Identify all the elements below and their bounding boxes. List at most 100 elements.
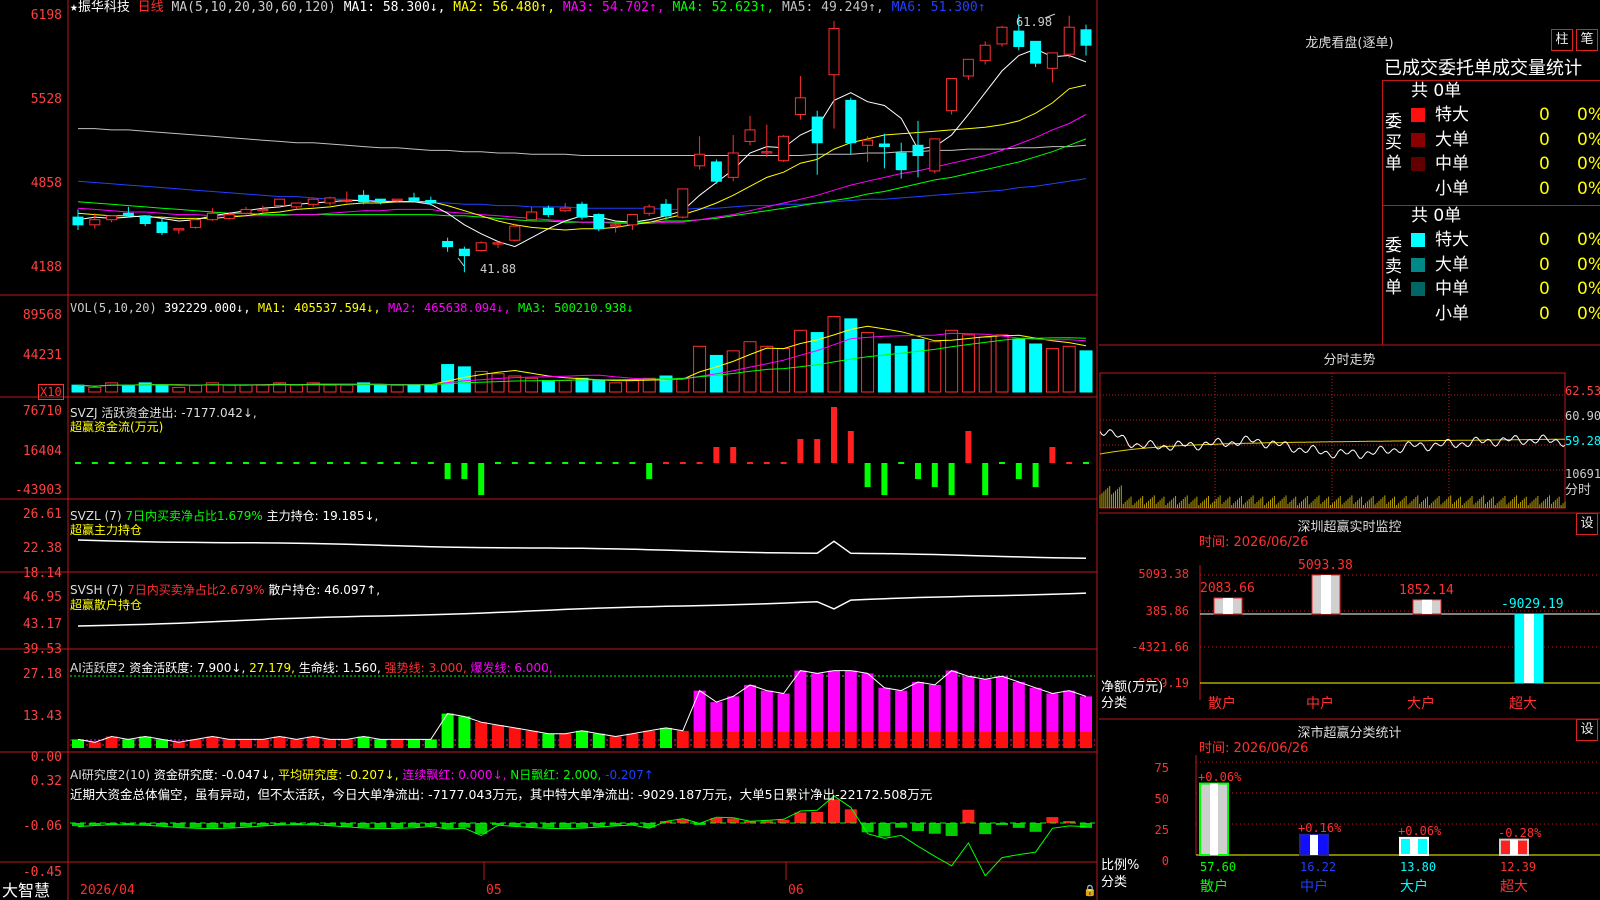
candle	[458, 248, 470, 257]
activity-bar	[273, 736, 286, 748]
period-label[interactable]: 日线	[138, 0, 164, 15]
volume-bar	[155, 384, 169, 393]
volume-bar	[256, 384, 270, 393]
volume-bar	[340, 384, 354, 393]
volume-bar	[861, 332, 875, 393]
bar-mode-button[interactable]: 柱	[1551, 29, 1573, 51]
ai-active-label: AI活跃度2	[70, 661, 126, 675]
research-bar	[1012, 823, 1025, 828]
candle	[946, 78, 958, 112]
main-chart-area[interactable]: ★振华科技 日线 MA(5,10,20,30,60,120) MA1: 58.3…	[0, 0, 1098, 900]
monitor-axis-2: 385.86	[1145, 604, 1189, 618]
buy-color-swatch	[1411, 157, 1425, 171]
sell-row-name: 中单	[1435, 279, 1469, 299]
classify-category: 超大	[1500, 879, 1528, 895]
classify-axis-4: 0	[1161, 854, 1169, 868]
money-flow-bar	[478, 463, 485, 495]
volume-bar	[441, 364, 455, 393]
activity-bar	[72, 739, 84, 748]
sell-side-label: 委卖单	[1385, 236, 1402, 298]
activity-bar	[676, 730, 689, 748]
sell-row-pct: 0%	[1577, 254, 1600, 275]
money-flow-bar	[763, 462, 770, 464]
buy-row-count: 0	[1539, 105, 1550, 125]
svzj-axis-1: 76710	[22, 404, 62, 419]
favorite-star-icon[interactable]: ★	[70, 0, 78, 15]
activity-bar	[861, 673, 874, 732]
money-flow-bar	[713, 447, 720, 463]
ma2-value: MA2: 56.480↑,	[453, 0, 556, 15]
ai-research-v4: N日飘红: 2.000,	[510, 768, 602, 782]
candle	[694, 153, 706, 167]
classify-settings-button[interactable]: 设	[1576, 719, 1598, 741]
ma6-value: MA6: 51.300↑	[891, 0, 986, 15]
volume-bar	[457, 366, 471, 393]
kline-chart[interactable]	[0, 0, 1098, 900]
classify-value-label: 12.39	[1500, 860, 1537, 874]
lock-icon[interactable]: 🔒	[1083, 884, 1097, 898]
intraday-axis-3: 59.28	[1565, 434, 1600, 448]
activity-bar	[760, 732, 773, 748]
activity-bar	[962, 676, 975, 732]
volume-bar	[491, 373, 505, 393]
activity-bar	[1080, 696, 1092, 732]
research-line	[77, 795, 1087, 877]
volume-bar	[407, 384, 421, 393]
activity-bar	[660, 727, 672, 748]
money-flow-bar	[562, 462, 569, 464]
candle	[962, 58, 974, 77]
research-bar	[592, 823, 605, 827]
money-flow-bar	[209, 462, 216, 464]
ma4-value: MA4: 52.623↑,	[672, 0, 775, 15]
activity-bar	[895, 690, 908, 732]
monitor-category: 中户	[1306, 696, 1334, 712]
money-flow-bar	[646, 463, 653, 479]
volume-bar	[121, 384, 135, 393]
candle	[257, 208, 269, 212]
price-axis-1: 6198	[30, 8, 62, 23]
activity-bar	[710, 732, 723, 748]
research-bar	[945, 823, 958, 836]
vol-ma2: MA2: 465638.094↓,	[387, 301, 511, 315]
ai-research-v5: -0.207↑	[605, 768, 654, 782]
monitor-settings-button[interactable]: 设	[1576, 513, 1598, 535]
money-flow-bar	[915, 463, 921, 479]
activity-bar	[1012, 682, 1025, 732]
candle	[794, 97, 806, 115]
month-label-05: 05	[486, 883, 502, 898]
volume-bar	[323, 384, 337, 393]
activity-bar	[996, 732, 1008, 748]
vol-unit-badge[interactable]: X10	[38, 384, 64, 400]
sell-row-name: 大单	[1435, 254, 1469, 275]
activity-bar	[912, 732, 924, 748]
money-flow-bar	[108, 462, 115, 464]
divider	[1382, 80, 1383, 345]
research-bar	[475, 823, 488, 834]
intraday-panel[interactable]: 分时走势 62.53 60.90 59.28 10691 分时	[1099, 345, 1600, 513]
sell-row-count: 0	[1539, 230, 1550, 250]
svzl-axis-1: 26.61	[22, 507, 62, 522]
ai-active-v2: 27.179,	[249, 661, 295, 675]
research-bar	[811, 811, 824, 823]
research-bar	[458, 823, 471, 828]
candle	[811, 116, 823, 144]
volume-bar	[609, 382, 623, 393]
money-flow-bar	[612, 462, 619, 464]
tick-mode-button[interactable]: 笔	[1576, 29, 1598, 51]
ai-research-axis-2: -0.06	[22, 819, 62, 834]
candle	[425, 199, 437, 204]
vol-value: 392229.000↓,	[163, 301, 251, 315]
volume-bar	[88, 386, 102, 393]
classify-category: 中户	[1300, 879, 1328, 895]
activity-bar	[979, 732, 992, 748]
money-flow-bar	[579, 462, 585, 464]
volume-bar	[508, 375, 522, 393]
research-bar	[240, 823, 252, 827]
research-bar	[357, 823, 370, 828]
money-flow-bar	[394, 462, 401, 464]
candle	[307, 198, 319, 205]
sell-row-count: 0	[1539, 254, 1550, 275]
ai-active-axis-1: 27.18	[22, 667, 62, 682]
research-bar	[576, 823, 588, 828]
activity-bar	[374, 739, 387, 748]
